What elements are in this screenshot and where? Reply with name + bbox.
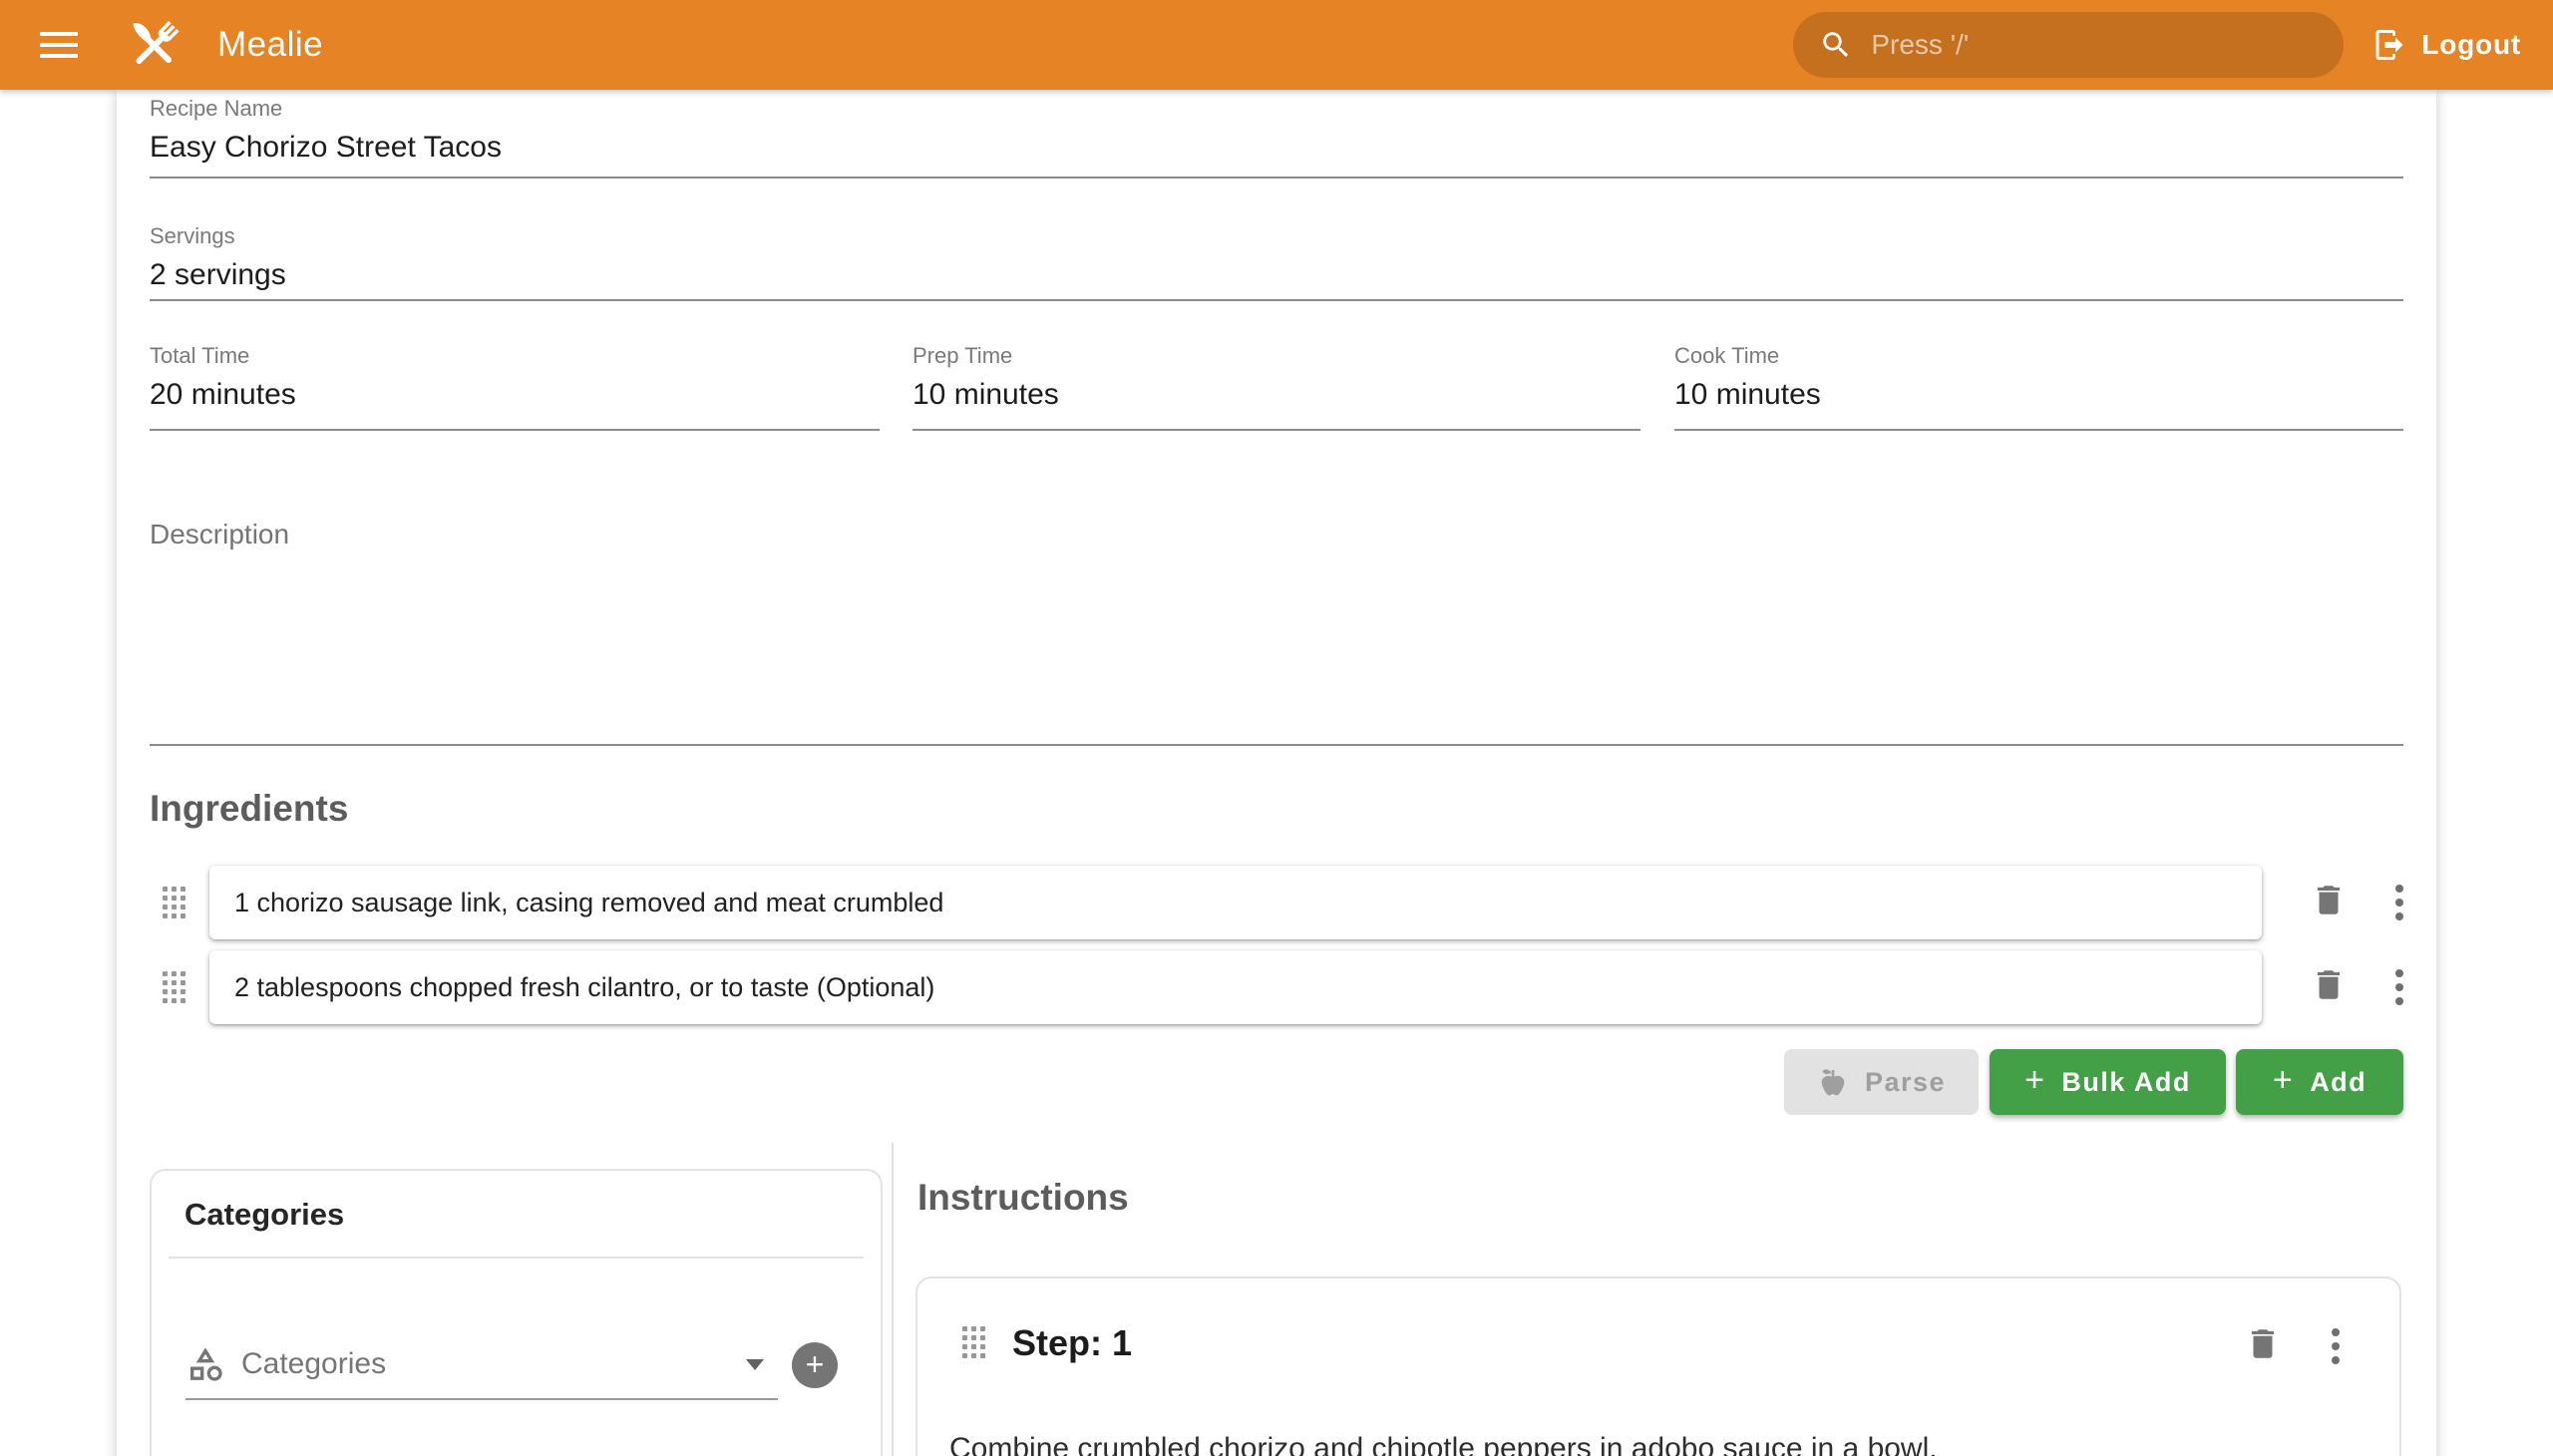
- total-time-label: Total Time: [150, 343, 880, 369]
- apple-icon: [1817, 1066, 1849, 1098]
- cook-time-label: Cook Time: [1674, 343, 2403, 369]
- plus-icon: +: [806, 1346, 825, 1382]
- search-box[interactable]: [1793, 12, 2344, 78]
- recipe-editor-card: Recipe Name Easy Chorizo Street Tacos Se…: [117, 90, 2436, 1456]
- ingredient-more-menu[interactable]: [2395, 885, 2403, 920]
- description-label: Description: [150, 519, 2403, 550]
- trash-icon: [2310, 966, 2348, 1004]
- menu-bar: [40, 54, 78, 58]
- instruction-step-card: Step: 1 Combine crumbled chorizo and chi…: [915, 1276, 2401, 1456]
- ingredient-input[interactable]: 1 chorizo sausage link, casing removed a…: [209, 866, 2262, 939]
- description-field[interactable]: Description: [150, 519, 2403, 746]
- categories-divider: [169, 1257, 864, 1259]
- recipe-edit-page: Mealie Logout Recipe Name Easy Chorizo S…: [0, 0, 2553, 1456]
- delete-step-button[interactable]: [2244, 1325, 2282, 1368]
- recipe-name-value[interactable]: Easy Chorizo Street Tacos: [150, 131, 2403, 165]
- total-time-value[interactable]: 20 minutes: [150, 378, 880, 412]
- servings-value[interactable]: 2 servings: [150, 258, 2403, 292]
- shapes-icon: [185, 1344, 225, 1384]
- categories-card: Categories Categories +: [150, 1169, 883, 1456]
- drag-handle-icon[interactable]: [163, 971, 185, 1003]
- recipe-name-label: Recipe Name: [150, 96, 2403, 122]
- app-header: Mealie Logout: [0, 0, 2553, 90]
- plus-icon: +: [2273, 1061, 2294, 1100]
- search-input[interactable]: [1871, 29, 2290, 61]
- add-category-button[interactable]: +: [792, 1342, 838, 1388]
- chevron-down-icon: [746, 1359, 764, 1370]
- step-more-menu[interactable]: [2332, 1328, 2340, 1364]
- logout-icon: [2371, 27, 2407, 63]
- prep-time-label: Prep Time: [912, 343, 1641, 369]
- servings-label: Servings: [150, 223, 2403, 249]
- menu-icon[interactable]: [40, 32, 78, 58]
- ingredient-row: 2 tablespoons chopped fresh cilantro, or…: [150, 950, 2403, 1024]
- instructions-heading: Instructions: [917, 1177, 1129, 1219]
- drag-handle-icon[interactable]: [163, 887, 185, 918]
- trash-icon: [2310, 882, 2348, 919]
- cook-time-value[interactable]: 10 minutes: [1674, 378, 2403, 412]
- delete-ingredient-button[interactable]: [2310, 882, 2348, 924]
- categories-card-title: Categories: [184, 1197, 344, 1233]
- menu-bar: [40, 43, 78, 47]
- recipe-name-field[interactable]: Recipe Name Easy Chorizo Street Tacos: [150, 96, 2403, 179]
- prep-time-value[interactable]: 10 minutes: [912, 378, 1641, 412]
- logout-button[interactable]: Logout: [2371, 27, 2521, 63]
- servings-field[interactable]: Servings 2 servings: [150, 223, 2403, 301]
- categories-select-placeholder: Categories: [241, 1347, 386, 1381]
- ingredients-heading: Ingredients: [150, 788, 348, 830]
- cook-time-field[interactable]: Cook Time 10 minutes: [1674, 343, 2403, 431]
- step-title: Step: 1: [1012, 1322, 1132, 1364]
- column-divider: [892, 1143, 894, 1456]
- add-label: Add: [2310, 1067, 2367, 1098]
- parse-label: Parse: [1865, 1067, 1946, 1098]
- logout-label: Logout: [2421, 29, 2521, 61]
- app-logo-icon: [120, 11, 187, 79]
- trash-icon: [2244, 1325, 2282, 1363]
- ingredient-row: 1 chorizo sausage link, casing removed a…: [150, 866, 2403, 939]
- parse-button[interactable]: Parse: [1784, 1049, 1979, 1115]
- menu-bar: [40, 32, 78, 36]
- app-title: Mealie: [217, 25, 323, 65]
- ingredient-more-menu[interactable]: [2395, 969, 2403, 1005]
- drag-handle-icon[interactable]: [962, 1326, 985, 1358]
- bulk-add-label: Bulk Add: [2061, 1067, 2191, 1098]
- add-ingredient-button[interactable]: + Add: [2236, 1049, 2403, 1115]
- bulk-add-button[interactable]: + Bulk Add: [1990, 1049, 2226, 1115]
- ingredient-input[interactable]: 2 tablespoons chopped fresh cilantro, or…: [209, 950, 2262, 1024]
- search-icon: [1819, 28, 1853, 62]
- plus-icon: +: [2024, 1061, 2045, 1100]
- total-time-field[interactable]: Total Time 20 minutes: [150, 343, 880, 431]
- categories-select[interactable]: Categories: [185, 1330, 778, 1400]
- delete-ingredient-button[interactable]: [2310, 966, 2348, 1009]
- step-text-input[interactable]: Combine crumbled chorizo and chipotle pe…: [949, 1428, 2360, 1456]
- prep-time-field[interactable]: Prep Time 10 minutes: [912, 343, 1641, 431]
